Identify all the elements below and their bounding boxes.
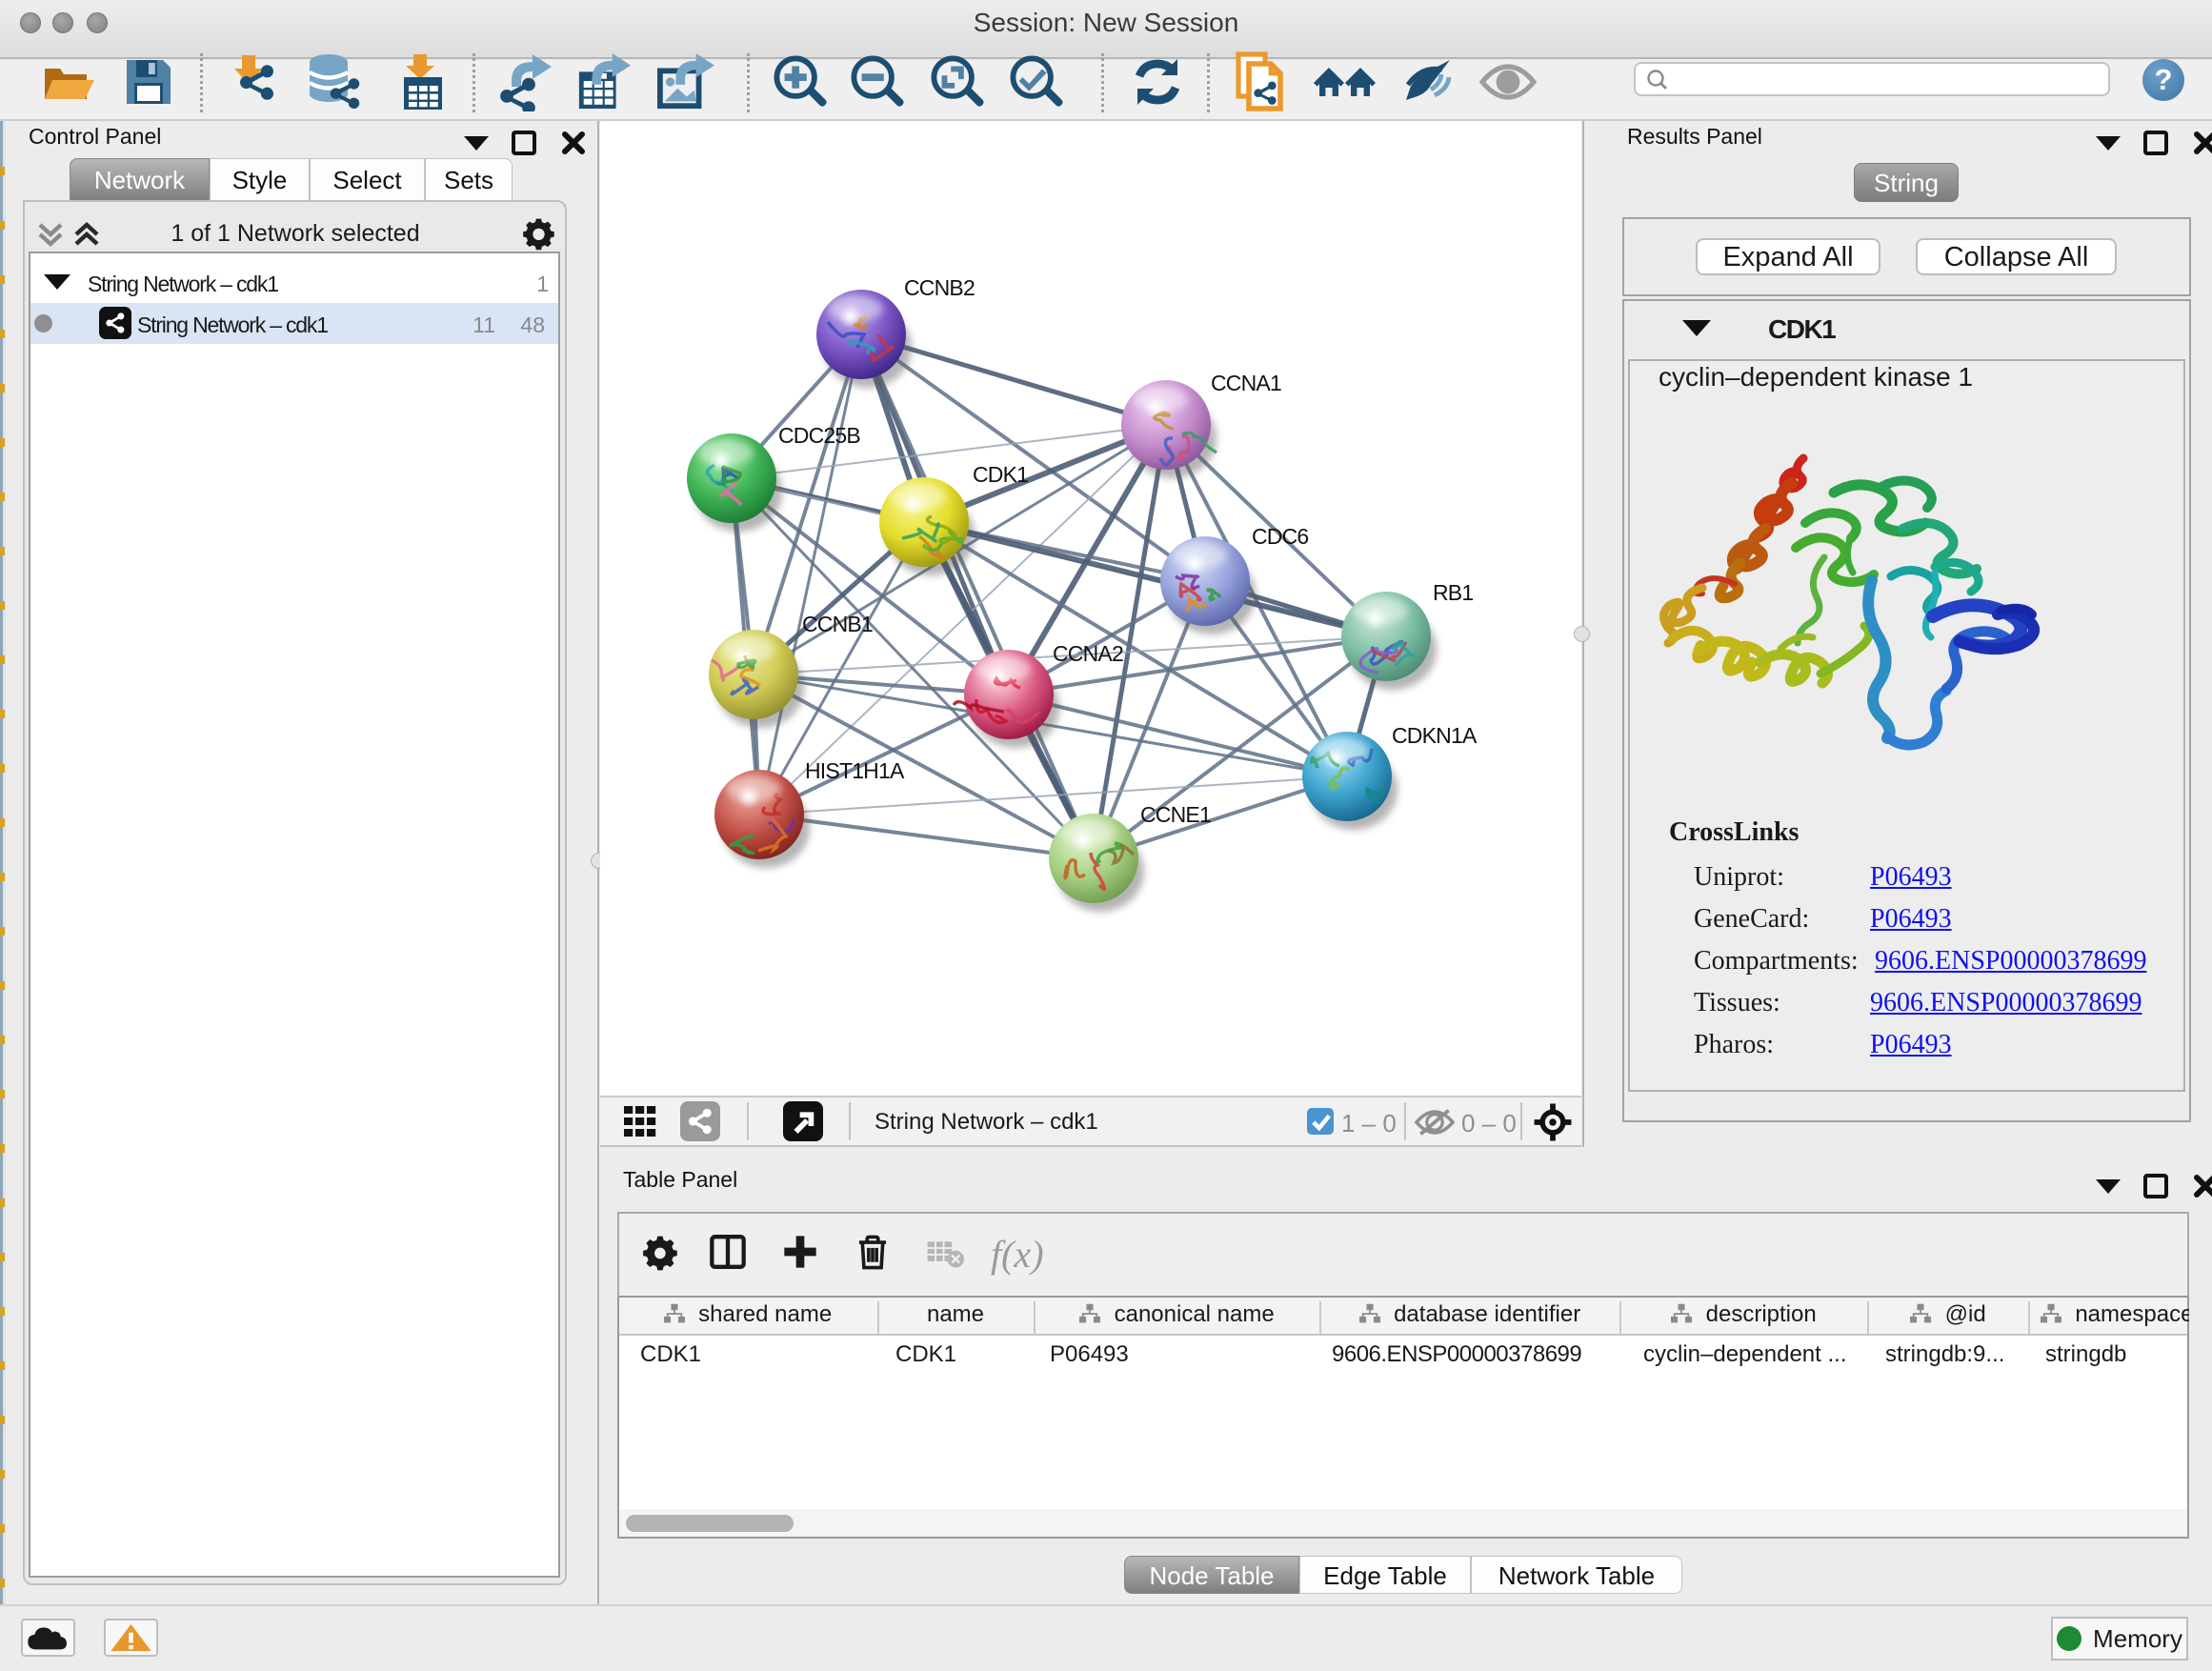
svg-text:HIST1H1A: HIST1H1A: [805, 758, 905, 783]
svg-text:CDC6: CDC6: [1252, 524, 1308, 549]
svg-text:CDK1: CDK1: [973, 462, 1028, 487]
svg-text:CCNA1: CCNA1: [1211, 371, 1281, 395]
svg-text:RB1: RB1: [1433, 580, 1473, 605]
svg-text:CDC25B: CDC25B: [778, 423, 860, 448]
svg-text:CCNE1: CCNE1: [1140, 802, 1211, 827]
svg-text:CCNB1: CCNB1: [802, 612, 873, 636]
svg-text:CDKN1A: CDKN1A: [1392, 723, 1478, 748]
svg-text:CCNA2: CCNA2: [1053, 641, 1123, 666]
svg-text:CCNB2: CCNB2: [904, 275, 975, 300]
